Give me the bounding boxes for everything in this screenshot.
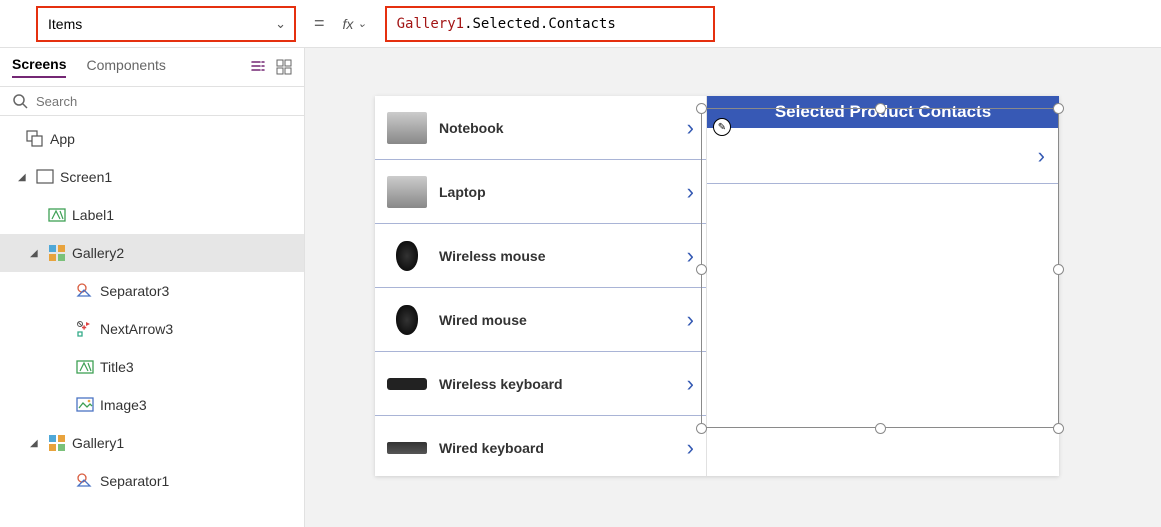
selection-outline: [701, 108, 1059, 428]
chevron-down-icon: ⌄: [357, 17, 366, 30]
chevron-right-icon[interactable]: ›: [687, 307, 694, 333]
formula-bar: ⌄ = fx ⌄ Gallery1.Selected.Contacts: [0, 0, 1161, 48]
fx-label[interactable]: fx ⌄: [343, 16, 367, 32]
product-thumbnail: [387, 112, 427, 144]
resize-handle[interactable]: [696, 264, 707, 275]
separator-icon: [76, 472, 94, 490]
equals-sign: =: [306, 13, 333, 34]
tree-item-image3[interactable]: Image3: [0, 386, 304, 424]
chevron-down-icon: ⌄: [275, 16, 286, 32]
gallery-item[interactable]: Wireless keyboard ›: [375, 352, 706, 416]
chevron-right-icon[interactable]: ›: [687, 435, 694, 461]
tree-item-title3[interactable]: Title3: [0, 348, 304, 386]
product-label: Wireless mouse: [439, 248, 675, 264]
tab-components[interactable]: Components: [86, 57, 165, 77]
tree-view-panel: Screens Components: [0, 48, 305, 527]
tree-item-nextarrow3[interactable]: NextArrow3: [0, 310, 304, 348]
icons-icon: [76, 320, 94, 338]
tree-label: Title3: [100, 359, 134, 375]
tree-label: Label1: [72, 207, 114, 223]
product-label: Wired mouse: [439, 312, 675, 328]
edit-template-icon[interactable]: ✎: [713, 118, 731, 136]
tree-label: Gallery1: [72, 435, 124, 451]
formula-token-rest: .Selected.Contacts: [464, 16, 616, 32]
property-dropdown[interactable]: ⌄: [36, 6, 296, 42]
list-filter-icon[interactable]: [250, 59, 266, 75]
product-thumbnail: [396, 305, 418, 335]
resize-handle[interactable]: [875, 103, 886, 114]
tree-item-label1[interactable]: Label1: [0, 196, 304, 234]
formula-input[interactable]: Gallery1.Selected.Contacts: [385, 6, 715, 42]
formula-token-highlighted: Gallery1: [397, 16, 464, 32]
product-thumbnail: [387, 176, 427, 208]
product-label: Notebook: [439, 120, 675, 136]
gallery-item[interactable]: Wireless mouse ›: [375, 224, 706, 288]
canvas-stage[interactable]: Notebook › Laptop › Wireless mouse › Wir…: [375, 96, 1059, 476]
tree-item-screen1[interactable]: ◢ Screen1: [0, 158, 304, 196]
tabs-row: Screens Components: [0, 48, 304, 87]
resize-handle[interactable]: [1053, 423, 1064, 434]
expander-icon[interactable]: ◢: [30, 248, 42, 259]
chevron-right-icon[interactable]: ›: [687, 371, 694, 397]
image-icon: [76, 396, 94, 414]
product-thumbnail: [387, 378, 427, 390]
property-input[interactable]: [48, 16, 275, 32]
tree-label: Separator3: [100, 283, 169, 299]
tab-screens[interactable]: Screens: [12, 56, 66, 78]
tree-label: Separator1: [100, 473, 169, 489]
label-icon: [76, 358, 94, 376]
grid-view-icon[interactable]: [276, 59, 292, 75]
search-row[interactable]: [0, 87, 304, 116]
resize-handle[interactable]: [1053, 264, 1064, 275]
product-thumbnail: [387, 442, 427, 454]
tree-label: Screen1: [60, 169, 112, 185]
search-icon: [12, 93, 28, 109]
gallery-item[interactable]: Wired mouse ›: [375, 288, 706, 352]
product-label: Wired keyboard: [439, 440, 675, 456]
tree-item-separator3[interactable]: Separator3: [0, 272, 304, 310]
app-icon: [26, 130, 44, 148]
tree-item-gallery1[interactable]: ◢ Gallery1: [0, 424, 304, 462]
gallery-icon: [48, 434, 66, 452]
chevron-right-icon[interactable]: ›: [687, 115, 694, 141]
label-icon: [48, 206, 66, 224]
fx-text: fx: [343, 16, 354, 32]
chevron-right-icon[interactable]: ›: [687, 179, 694, 205]
screen-icon: [36, 168, 54, 186]
gallery-item[interactable]: Laptop ›: [375, 160, 706, 224]
resize-handle[interactable]: [696, 103, 707, 114]
tree-label: App: [50, 131, 75, 147]
expander-icon[interactable]: ◢: [30, 438, 42, 449]
gallery-icon: [48, 244, 66, 262]
resize-handle[interactable]: [875, 423, 886, 434]
tree-view: App ◢ Screen1 Label1 ◢ Gallery2: [0, 116, 304, 527]
tree-item-gallery2[interactable]: ◢ Gallery2: [0, 234, 304, 272]
tree-label: Gallery2: [72, 245, 124, 261]
gallery1[interactable]: Notebook › Laptop › Wireless mouse › Wir…: [375, 96, 707, 476]
chevron-right-icon[interactable]: ›: [687, 243, 694, 269]
product-label: Wireless keyboard: [439, 376, 675, 392]
tree-item-app[interactable]: App: [0, 120, 304, 158]
resize-handle[interactable]: [1053, 103, 1064, 114]
expander-icon[interactable]: ◢: [18, 172, 30, 183]
canvas-area[interactable]: Notebook › Laptop › Wireless mouse › Wir…: [305, 48, 1161, 527]
gallery2[interactable]: Selected Product Contacts › ✎: [707, 96, 1059, 476]
product-label: Laptop: [439, 184, 675, 200]
tree-label: Image3: [100, 397, 147, 413]
search-input[interactable]: [36, 94, 292, 109]
tree-label: NextArrow3: [100, 321, 173, 337]
separator-icon: [76, 282, 94, 300]
tree-item-separator1[interactable]: Separator1: [0, 462, 304, 500]
gallery-item[interactable]: Notebook ›: [375, 96, 706, 160]
resize-handle[interactable]: [696, 423, 707, 434]
gallery-item[interactable]: Wired keyboard ›: [375, 416, 706, 480]
main-area: Screens Components: [0, 48, 1161, 527]
product-thumbnail: [396, 241, 418, 271]
